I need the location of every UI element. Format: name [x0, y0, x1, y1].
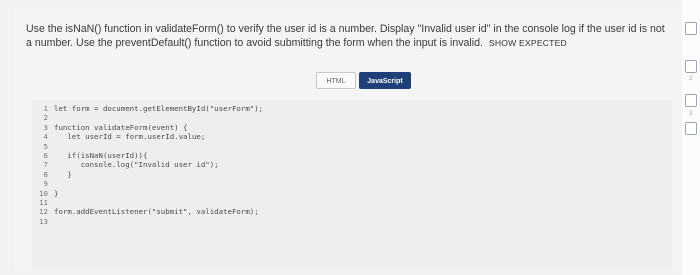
code-line[interactable]: 2	[32, 113, 672, 122]
question-card: Use the isNaN() function in validateForm…	[14, 8, 682, 270]
line-number: 4	[43, 132, 48, 142]
line-number: 3	[43, 122, 48, 132]
side-square-icon[interactable]	[685, 22, 697, 35]
code-line[interactable]: 5	[32, 142, 672, 151]
side-square-icon[interactable]	[685, 94, 697, 107]
question-text: Use the isNaN() function in validateForm…	[26, 23, 665, 49]
line-number: 9	[43, 179, 48, 189]
question-prompt: Use the isNaN() function in validateForm…	[26, 22, 666, 50]
line-number: 11	[39, 197, 48, 207]
code-editor[interactable]: 1 let form = document.getElementById("use…	[32, 100, 672, 270]
show-expected-button[interactable]: SHOW EXPECTED	[489, 38, 567, 48]
code-text[interactable]: let userId = form.userId.value;	[54, 132, 205, 141]
side-panel: 2 3	[682, 0, 700, 275]
code-text[interactable]: console.log("Invalid user id");	[54, 160, 219, 169]
code-text[interactable]: }	[54, 189, 58, 198]
code-line[interactable]: 3 function validateForm(event) {	[32, 123, 672, 132]
line-number: 10	[39, 188, 48, 198]
tab-html[interactable]: HTML	[316, 72, 356, 89]
code-text[interactable]: if(isNaN(userId)){	[54, 151, 147, 160]
line-number: 12	[39, 207, 48, 217]
code-line[interactable]: 12 form.addEventListener("submit", valida…	[32, 207, 672, 216]
code-line[interactable]: 7 console.log("Invalid user id");	[32, 160, 672, 169]
code-text[interactable]: form.addEventListener("submit", validate…	[54, 207, 259, 216]
code-text[interactable]: let form = document.getElementById("user…	[54, 104, 263, 113]
code-text[interactable]: function validateForm(event) {	[54, 123, 188, 132]
code-line[interactable]: 11	[32, 198, 672, 207]
code-line[interactable]: 6 if(isNaN(userId)){	[32, 151, 672, 160]
code-line[interactable]: 8 }	[32, 170, 672, 179]
code-text[interactable]: }	[54, 170, 71, 179]
line-number: 7	[43, 160, 48, 170]
side-square-icon[interactable]	[685, 60, 697, 73]
side-square-icon[interactable]	[685, 122, 697, 135]
line-number: 5	[43, 141, 48, 151]
code-line[interactable]: 1 let form = document.getElementById("use…	[32, 104, 672, 113]
line-number: 13	[39, 216, 48, 226]
code-line[interactable]: 10}	[32, 189, 672, 198]
language-tabs: HTML JavaScript	[316, 72, 411, 89]
tab-javascript[interactable]: JavaScript	[359, 72, 411, 89]
code-line[interactable]: 13	[32, 217, 672, 226]
line-number: 8	[43, 169, 48, 179]
line-number: 6	[43, 150, 48, 160]
line-number: 2	[43, 113, 48, 123]
side-number: 3	[689, 111, 693, 117]
side-number: 2	[689, 76, 693, 82]
code-line[interactable]: 4 let userId = form.userId.value;	[32, 132, 672, 141]
line-number: 1	[43, 104, 48, 113]
code-line[interactable]: 9	[32, 179, 672, 188]
